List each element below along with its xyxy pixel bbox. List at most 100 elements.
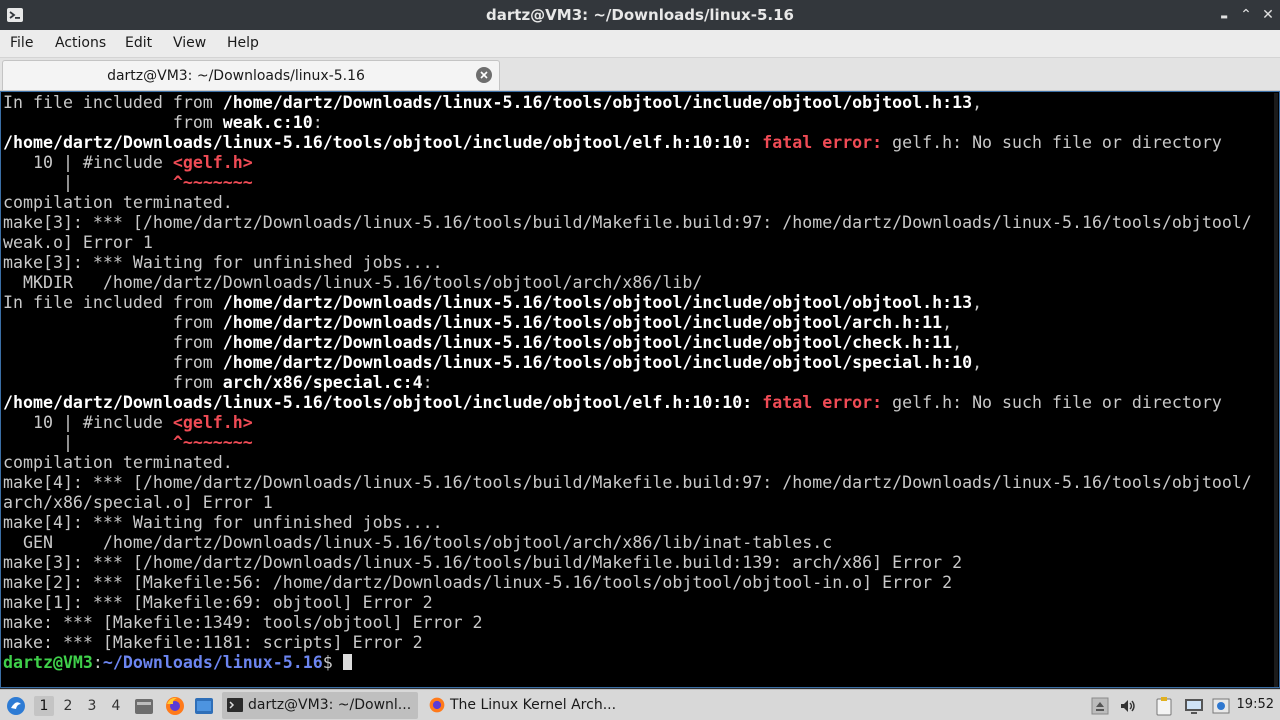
file-manager-icon[interactable] (134, 696, 154, 716)
terminal-line: | ^~~~~~~~ (3, 433, 1252, 453)
tab-terminal[interactable]: dartz@VM3: ~/Downloads/linux-5.16 (2, 60, 500, 90)
menu-edit[interactable]: Edit (125, 35, 152, 51)
window-titlebar[interactable]: dartz@VM3: ~/Downloads/linux-5.16 ▬ ⌃ ✕ (0, 0, 1280, 30)
terminal-lines: In file included from /home/dartz/Downlo… (3, 93, 1252, 673)
terminal-text: fatal error: (762, 393, 893, 412)
terminal-line: compilation terminated. (3, 193, 1252, 213)
maximize-button[interactable]: ⌃ (1237, 6, 1255, 24)
terminal-line: /home/dartz/Downloads/linux-5.16/tools/o… (3, 133, 1252, 153)
terminal-text: , (972, 293, 983, 312)
terminal-text: make[4]: *** [/home/dartz/Downloads/linu… (3, 473, 1252, 492)
terminal-text: make[3]: *** [/home/dartz/Downloads/linu… (3, 213, 1252, 232)
volume-icon[interactable] (1118, 696, 1138, 716)
terminal-cursor (342, 654, 352, 670)
terminal-text: /home/dartz/Downloads/linux-5.16/tools/o… (222, 93, 973, 112)
menu-help[interactable]: Help (227, 35, 259, 51)
firefox-icon[interactable] (164, 695, 186, 717)
menu-view[interactable]: View (173, 35, 206, 51)
close-icon: ✕ (1262, 7, 1274, 23)
terminal-text: arch/x86/special.o] Error 1 (3, 493, 273, 512)
terminal-text: /home/dartz/Downloads/linux-5.16/tools/o… (222, 293, 973, 312)
terminal-text: weak.o] Error 1 (3, 233, 153, 252)
menu-actions[interactable]: Actions (55, 35, 106, 51)
terminal-line: make: *** [Makefile:1181: scripts] Error… (3, 633, 1252, 653)
terminal-text: from (3, 353, 223, 372)
terminal-text: /home/dartz/Downloads/linux-5.16/tools/o… (222, 313, 943, 332)
terminal-icon (227, 698, 243, 712)
terminal-text: from (3, 113, 223, 132)
terminal-text: gelf.h: No such file or directory (892, 133, 1222, 152)
terminal-text: make[4]: *** Waiting for unfinished jobs… (3, 513, 443, 532)
start-menu-icon[interactable] (5, 695, 27, 717)
terminal-text: from (3, 373, 223, 392)
terminal-text: /home/dartz/Downloads/linux-5.16/tools/o… (3, 133, 763, 152)
terminal-text: , (972, 93, 983, 112)
terminal-line: make[3]: *** [/home/dartz/Downloads/linu… (3, 553, 1252, 573)
terminal-text: <gelf.h> (172, 153, 253, 172)
terminal-text: In file included from (3, 293, 223, 312)
terminal-scrollbar[interactable] (1274, 93, 1278, 687)
terminal-line: make[1]: *** [Makefile:69: objtool] Erro… (3, 593, 1252, 613)
terminal-line: | ^~~~~~~~ (3, 173, 1252, 193)
tab-close-icon[interactable] (476, 67, 492, 83)
terminal-line: make[3]: *** Waiting for unfinished jobs… (3, 253, 1252, 273)
terminal-text: make: *** [Makefile:1181: scripts] Error… (3, 633, 423, 652)
minimize-button[interactable]: ▬ (1215, 6, 1233, 24)
terminal-text: /home/dartz/Downloads/linux-5.16/tools/o… (3, 393, 763, 412)
prompt-user: dartz@VM3 (3, 653, 93, 672)
terminal-text: | (3, 173, 173, 192)
task-terminal[interactable]: dartz@VM3: ~/Downl... (222, 692, 418, 719)
terminal-text: make[2]: *** [Makefile:56: /home/dartz/D… (3, 573, 953, 592)
terminal-prompt[interactable]: dartz@VM3:~/Downloads/linux-5.16$ (3, 653, 1252, 673)
menu-bar: File Actions Edit View Help (0, 30, 1280, 58)
tab-bar: dartz@VM3: ~/Downloads/linux-5.16 (0, 58, 1280, 91)
tab-label: dartz@VM3: ~/Downloads/linux-5.16 (107, 68, 365, 84)
terminal-line: make[2]: *** [Makefile:56: /home/dartz/D… (3, 573, 1252, 593)
terminal-text: compilation terminated. (3, 193, 233, 212)
terminal-line: weak.o] Error 1 (3, 233, 1252, 253)
terminal-line: make: *** [Makefile:1349: tools/objtool]… (3, 613, 1252, 633)
terminal-text: ^~~~~~~~ (172, 173, 253, 192)
terminal-text: GEN /home/dartz/Downloads/linux-5.16/too… (3, 533, 833, 552)
window-title: dartz@VM3: ~/Downloads/linux-5.16 (486, 6, 794, 24)
menu-file[interactable]: File (10, 35, 33, 51)
terminal-text: 10 | #include (3, 413, 173, 432)
clock[interactable]: 19:52 (1237, 697, 1274, 712)
network-icon[interactable] (1183, 696, 1205, 716)
workspace-3[interactable]: 3 (82, 696, 102, 716)
terminal-text: <gelf.h> (172, 413, 253, 432)
firefox-task-icon (429, 697, 445, 713)
terminal-text: , (952, 333, 963, 352)
desktop: dartz@VM3: ~/Downloads/linux-5.16 ▬ ⌃ ✕ … (0, 0, 1280, 720)
terminal-text: 10 | #include (3, 153, 173, 172)
workspace-2[interactable]: 2 (58, 696, 78, 716)
workspace-1[interactable]: 1 (34, 696, 54, 716)
terminal-text: make[3]: *** [/home/dartz/Downloads/linu… (3, 553, 963, 572)
prompt-symbol: $ (322, 653, 343, 672)
terminal-text: /home/dartz/Downloads/linux-5.16/tools/o… (222, 353, 973, 372)
minimize-icon: ▬ (1220, 12, 1228, 21)
terminal-line: make[3]: *** [/home/dartz/Downloads/linu… (3, 213, 1252, 233)
terminal-text: : (312, 113, 323, 132)
clipboard-icon[interactable] (1153, 696, 1175, 716)
terminal-text: MKDIR /home/dartz/Downloads/linux-5.16/t… (3, 273, 703, 292)
terminal-text: , (972, 353, 983, 372)
terminal-line: 10 | #include <gelf.h> (3, 153, 1252, 173)
maximize-icon: ⌃ (1240, 7, 1252, 23)
terminal-line: /home/dartz/Downloads/linux-5.16/tools/o… (3, 393, 1252, 413)
terminal-line: make[4]: *** Waiting for unfinished jobs… (3, 513, 1252, 533)
terminal-output[interactable]: In file included from /home/dartz/Downlo… (0, 91, 1280, 688)
task-firefox[interactable]: The Linux Kernel Arch... (424, 692, 620, 719)
terminal-line: In file included from /home/dartz/Downlo… (3, 293, 1252, 313)
close-window-button[interactable]: ✕ (1259, 6, 1277, 24)
terminal-line: GEN /home/dartz/Downloads/linux-5.16/too… (3, 533, 1252, 553)
terminal-text: , (942, 313, 953, 332)
terminal-line: from arch/x86/special.c:4: (3, 373, 1252, 393)
workspace-4[interactable]: 4 (106, 696, 126, 716)
eject-icon[interactable] (1091, 697, 1109, 715)
terminal-text: compilation terminated. (3, 453, 233, 472)
terminal-text: /home/dartz/Downloads/linux-5.16/tools/o… (222, 333, 953, 352)
terminal-line: from /home/dartz/Downloads/linux-5.16/to… (3, 333, 1252, 353)
terminal-launcher-icon[interactable] (194, 696, 214, 716)
updates-icon[interactable] (1211, 696, 1231, 716)
